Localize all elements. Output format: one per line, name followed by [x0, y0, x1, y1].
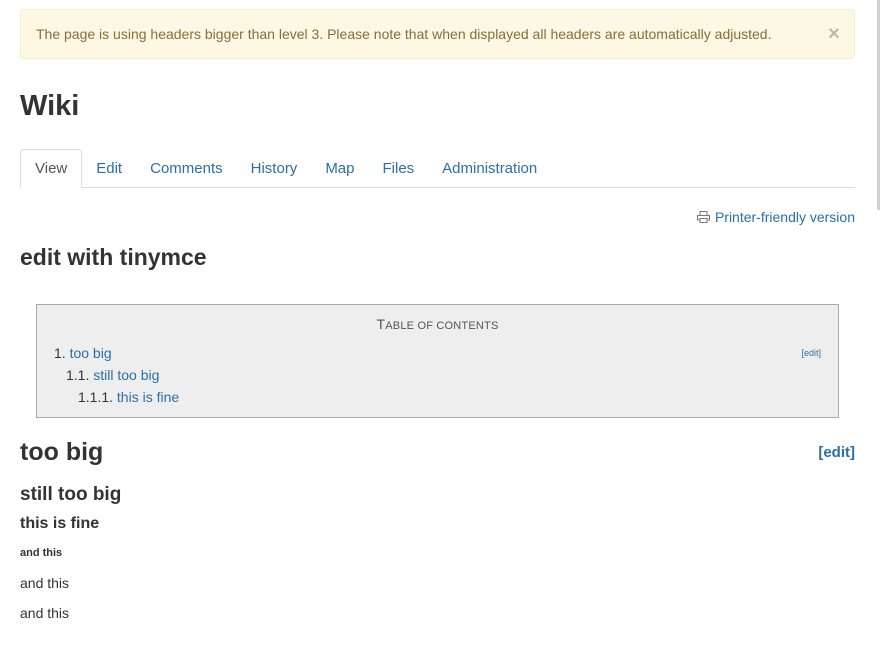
- warning-alert: The page is using headers bigger than le…: [20, 9, 855, 59]
- toc-edit-link[interactable]: [edit]: [801, 348, 821, 358]
- toc-item: 1. too big: [54, 345, 112, 361]
- tab-comments[interactable]: Comments: [136, 149, 237, 187]
- table-of-contents: Table of contents [edit] 1. too big 1.1.…: [36, 304, 839, 418]
- content-title: edit with tinymce: [20, 244, 207, 270]
- tab-bar: View Edit Comments History Map Files Adm…: [20, 149, 855, 188]
- close-icon[interactable]: ×: [814, 24, 854, 44]
- printer-friendly-link[interactable]: Printer-friendly version: [696, 209, 855, 225]
- toc-item: 1.1.1. this is fine: [78, 389, 180, 405]
- heading-and-this: and this: [20, 547, 63, 559]
- tab-administration[interactable]: Administration: [428, 149, 551, 187]
- printer-icon: [696, 211, 710, 223]
- section-edit-link[interactable]: [edit]: [818, 444, 855, 461]
- printer-link-label: Printer-friendly version: [714, 209, 855, 225]
- text-and-this: and this: [20, 605, 70, 621]
- heading-too-big: too big: [20, 438, 104, 466]
- tab-edit[interactable]: Edit: [82, 149, 136, 187]
- page-title: Wiki: [20, 90, 80, 122]
- toc-item: 1.1. still too big: [66, 367, 160, 383]
- toc-link-too-big[interactable]: too big: [70, 345, 112, 361]
- tab-files[interactable]: Files: [369, 149, 429, 187]
- tab-map[interactable]: Map: [311, 149, 368, 187]
- text-and-this: and this: [20, 575, 70, 591]
- heading-this-is-fine: this is fine: [20, 515, 100, 532]
- tab-view[interactable]: View: [20, 149, 83, 188]
- alert-message: The page is using headers bigger than le…: [36, 26, 772, 42]
- heading-still-too-big: still too big: [20, 484, 122, 505]
- toc-link-still-too-big[interactable]: still too big: [93, 367, 159, 383]
- tab-history[interactable]: History: [237, 149, 312, 187]
- toc-title: Table of contents: [376, 316, 499, 332]
- toc-link-this-is-fine[interactable]: this is fine: [117, 389, 179, 405]
